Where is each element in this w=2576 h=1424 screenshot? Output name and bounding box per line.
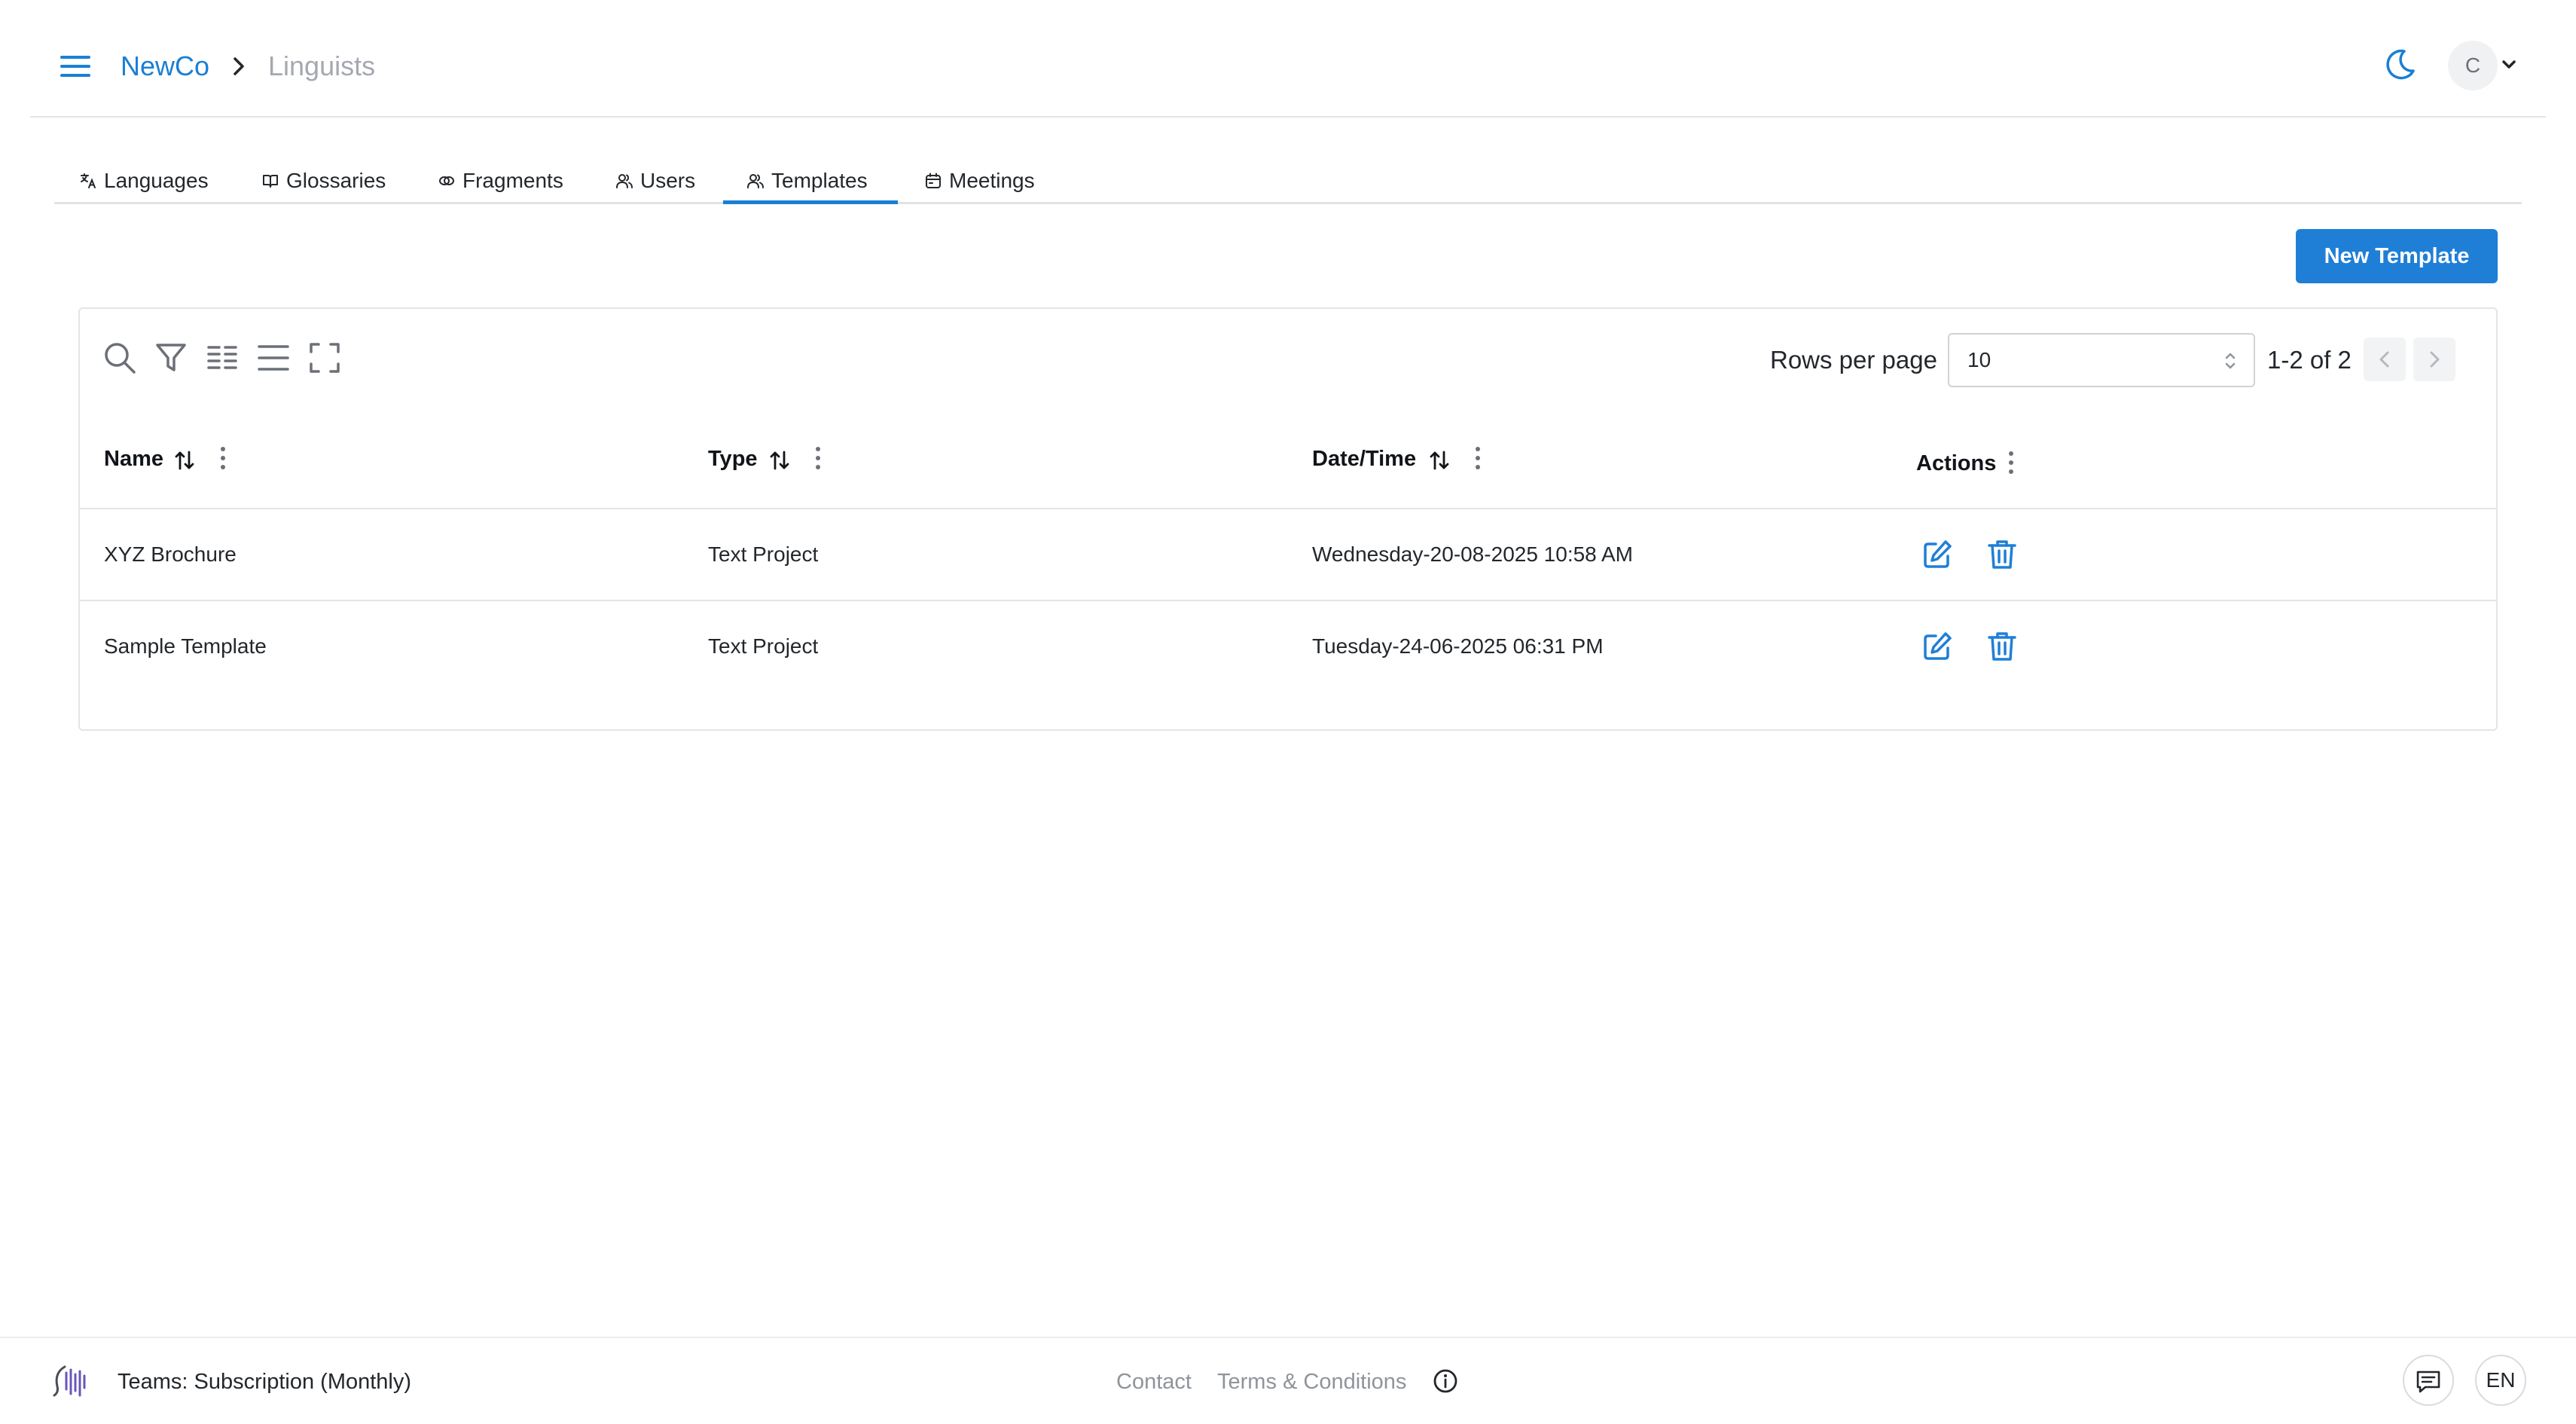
translate-icon bbox=[80, 173, 96, 189]
app-logo-icon bbox=[50, 1362, 92, 1400]
density-icon[interactable] bbox=[256, 341, 291, 375]
tab-label: Fragments bbox=[462, 169, 563, 192]
columns-icon[interactable] bbox=[205, 341, 240, 375]
tab-label: Glossaries bbox=[286, 169, 386, 192]
chevron-left-icon bbox=[2379, 351, 2389, 368]
chevron-right-icon bbox=[227, 53, 250, 80]
tab-users[interactable]: Users bbox=[616, 158, 695, 203]
column-header-datetime[interactable]: Date/Time bbox=[1312, 443, 1416, 475]
chevron-right-icon bbox=[2430, 351, 2440, 368]
row-divider bbox=[80, 508, 2496, 509]
cell-type: Text Project bbox=[708, 634, 819, 658]
column-header-name[interactable]: Name bbox=[104, 443, 163, 475]
column-header-type[interactable]: Type bbox=[708, 443, 758, 475]
contact-link[interactable]: Contact bbox=[1116, 1367, 1192, 1397]
users-icon bbox=[747, 173, 764, 189]
header-divider bbox=[30, 116, 2546, 118]
cell-type: Text Project bbox=[708, 542, 819, 566]
select-arrows-icon bbox=[2223, 351, 2237, 371]
breadcrumb-current: Linguists bbox=[268, 50, 376, 81]
cell-datetime: Wednesday-20-08-2025 10:58 AM bbox=[1312, 542, 1633, 566]
tab-label: Meetings bbox=[949, 169, 1035, 192]
next-page-button[interactable] bbox=[2413, 338, 2455, 381]
column-menu-icon[interactable] bbox=[813, 445, 823, 472]
edit-icon[interactable] bbox=[1921, 538, 1954, 571]
calendar-icon bbox=[925, 173, 942, 189]
chevron-down-icon[interactable] bbox=[2499, 57, 2519, 72]
sort-icon[interactable] bbox=[1428, 449, 1451, 472]
tab-label: Users bbox=[640, 169, 696, 192]
rows-per-page-select[interactable]: 10 bbox=[1948, 333, 2255, 387]
language-button[interactable]: EN bbox=[2475, 1355, 2526, 1406]
active-tab-indicator bbox=[723, 200, 898, 204]
footer-divider bbox=[0, 1337, 2576, 1338]
previous-page-button[interactable] bbox=[2364, 338, 2406, 381]
sort-icon[interactable] bbox=[173, 449, 196, 472]
tabs-divider bbox=[54, 202, 2522, 204]
users-icon bbox=[616, 173, 633, 189]
row-divider bbox=[80, 600, 2496, 601]
tab-meetings[interactable]: Meetings bbox=[925, 158, 1035, 203]
tab-label: Templates bbox=[771, 169, 868, 192]
cell-name: Sample Template bbox=[104, 634, 267, 658]
hamburger-menu-icon[interactable] bbox=[57, 48, 93, 84]
moon-icon[interactable] bbox=[2382, 47, 2418, 83]
tab-label: Languages bbox=[104, 169, 209, 192]
sort-icon[interactable] bbox=[768, 449, 791, 472]
rows-per-page-value: 10 bbox=[1967, 348, 1992, 371]
column-menu-icon[interactable] bbox=[218, 445, 227, 472]
new-template-button[interactable]: New Template bbox=[2296, 229, 2498, 283]
breadcrumb-org[interactable]: NewCo bbox=[121, 48, 209, 84]
chat-button[interactable] bbox=[2403, 1355, 2454, 1406]
subscription-text: Teams: Subscription (Monthly) bbox=[118, 1370, 412, 1394]
terms-link[interactable]: Terms & Conditions bbox=[1217, 1367, 1406, 1397]
chat-icon bbox=[2416, 1371, 2440, 1393]
column-menu-icon[interactable] bbox=[1473, 445, 1482, 472]
trash-icon[interactable] bbox=[1985, 538, 2019, 571]
info-icon[interactable] bbox=[1433, 1368, 1458, 1394]
column-header-actions: Actions bbox=[1916, 451, 1997, 475]
trash-icon[interactable] bbox=[1985, 630, 2019, 663]
cell-name: XYZ Brochure bbox=[104, 542, 237, 566]
fragments-icon bbox=[438, 173, 455, 189]
tab-languages[interactable]: Languages bbox=[80, 158, 209, 203]
avatar[interactable]: C bbox=[2448, 41, 2498, 90]
search-icon[interactable] bbox=[102, 341, 137, 375]
book-icon bbox=[262, 173, 279, 189]
pagination-text: 1-2 of 2 bbox=[2267, 346, 2352, 374]
tab-templates[interactable]: Templates bbox=[747, 158, 868, 203]
tab-glossaries[interactable]: Glossaries bbox=[262, 158, 386, 203]
filter-icon[interactable] bbox=[154, 341, 188, 375]
tab-fragments[interactable]: Fragments bbox=[438, 158, 563, 203]
column-menu-icon[interactable] bbox=[2007, 449, 2016, 476]
cell-datetime: Tuesday-24-06-2025 06:31 PM bbox=[1312, 634, 1604, 658]
fullscreen-icon[interactable] bbox=[307, 341, 342, 375]
edit-icon[interactable] bbox=[1921, 630, 1954, 663]
rows-per-page-label: Rows per page bbox=[1770, 346, 1937, 374]
